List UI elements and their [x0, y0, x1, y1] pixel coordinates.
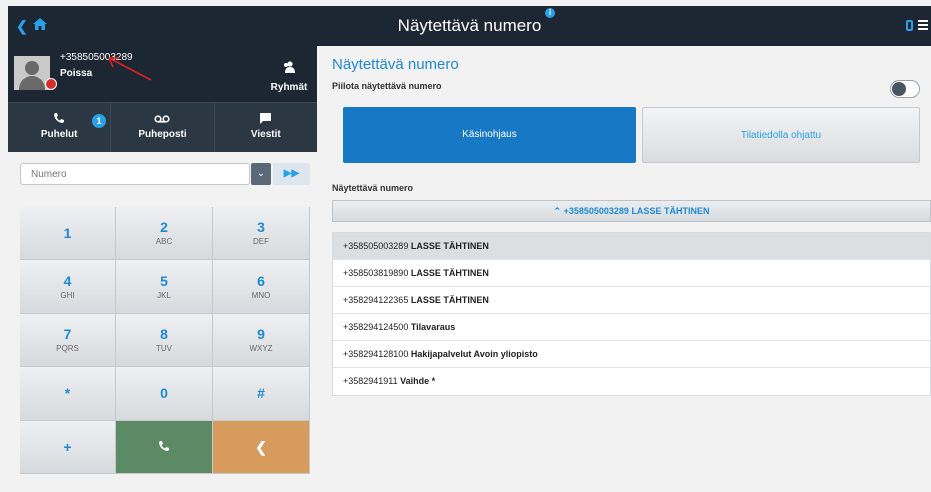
tab-calls[interactable]: Puhelut 1 [8, 103, 112, 152]
info-icon[interactable]: i [545, 8, 555, 18]
status-controlled-button[interactable]: Tilatiedolla ohjattu [642, 107, 920, 163]
manual-control-button[interactable]: Käsinohjaus [343, 107, 636, 163]
dial-keypad: 1 2 ABC 3 DEF 4 GHI 5 JKL 6 MNO 7 PQRS 8 TUV 9W… [20, 207, 310, 474]
list-item[interactable]: +358294128100 Hakijapalvelut Avoin yliop… [333, 341, 930, 368]
dial-row: ⌄ ▶▶ [20, 163, 310, 187]
key-2[interactable]: 2 ABC [116, 207, 213, 261]
hide-number-label: Piilota näytettävä numero [332, 81, 442, 91]
selected-number: +358505003289 [563, 206, 629, 216]
message-icon [260, 113, 272, 124]
top-bar: ❮ Näytettävä numero i [8, 6, 931, 46]
key-7[interactable]: 7 PQRS [20, 313, 116, 368]
key-hash[interactable]: # [213, 367, 310, 421]
groups-button[interactable]: Ryhmät [269, 60, 309, 93]
key-4[interactable]: 4 GHI [20, 260, 116, 314]
phone-icon [159, 440, 169, 451]
key-9[interactable]: 9 WXYZ [213, 313, 310, 368]
annotation-arrow-icon [108, 57, 152, 81]
key-plus[interactable]: + [20, 420, 116, 474]
phone-icon [54, 113, 65, 123]
key-6[interactable]: 6 MNO [213, 260, 310, 314]
list-item[interactable]: +358503819890 LASSE TÄHTINEN [333, 260, 930, 287]
list-item[interactable]: +358505003289 LASSE TÄHTINEN [333, 233, 930, 260]
phone-device-icon[interactable] [906, 20, 913, 31]
fast-forward-icon[interactable]: ▶▶ [273, 163, 310, 185]
tab-calls-label: Puhelut [40, 129, 78, 140]
main-tabs: Puhelut 1 Puheposti Viestit [8, 102, 317, 152]
list-item[interactable]: +358294122365 LASSE TÄHTINEN [333, 287, 930, 314]
list-item[interactable]: +358294124500 Tilavaraus [333, 314, 930, 341]
menu-icon[interactable] [918, 20, 928, 32]
backspace-button[interactable]: ❮ [213, 420, 310, 474]
calls-badge: 1 [92, 114, 106, 128]
voicemail-icon [154, 115, 171, 123]
list-item[interactable]: +3582941911 Vaihde * [333, 368, 930, 395]
chevron-up-icon: ⌃ [553, 206, 562, 216]
number-input[interactable] [20, 163, 250, 185]
key-5[interactable]: 5 JKL [116, 260, 213, 314]
selected-number-dropdown[interactable]: ⌃ +358505003289 LASSE TÄHTINEN [332, 200, 931, 222]
key-8[interactable]: 8 TUV [116, 313, 213, 368]
call-button[interactable] [116, 420, 213, 474]
page-title: Näytettävä numero [397, 16, 542, 35]
chevron-down-icon[interactable]: ⌄ [251, 163, 271, 185]
key-1[interactable]: 1 [20, 207, 116, 261]
key-star[interactable]: * [20, 367, 116, 421]
key-0[interactable]: 0 [116, 367, 213, 421]
tab-messages-label: Viestit [250, 129, 281, 140]
shown-number-label: Näytettävä numero [332, 183, 414, 193]
key-3[interactable]: 3 DEF [213, 207, 310, 261]
groups-label: Ryhmät [270, 82, 308, 93]
selected-name: LASSE TÄHTINEN [631, 206, 710, 216]
tab-voicemail[interactable]: Puheposti [111, 103, 215, 152]
groups-icon [284, 61, 295, 73]
status-away-icon [45, 78, 57, 90]
section-title: Näytettävä numero [332, 56, 459, 73]
hide-number-toggle[interactable] [890, 80, 920, 98]
number-list: +358505003289 LASSE TÄHTINEN +3585038198… [332, 232, 931, 396]
profile-panel[interactable]: +358505003289 Poissa Ryhmät [8, 46, 317, 102]
tab-voicemail-label: Puheposti [138, 129, 187, 140]
chevron-left-icon: ❮ [255, 438, 267, 455]
tab-messages[interactable]: Viestit [215, 103, 317, 152]
profile-status: Poissa [60, 68, 93, 79]
